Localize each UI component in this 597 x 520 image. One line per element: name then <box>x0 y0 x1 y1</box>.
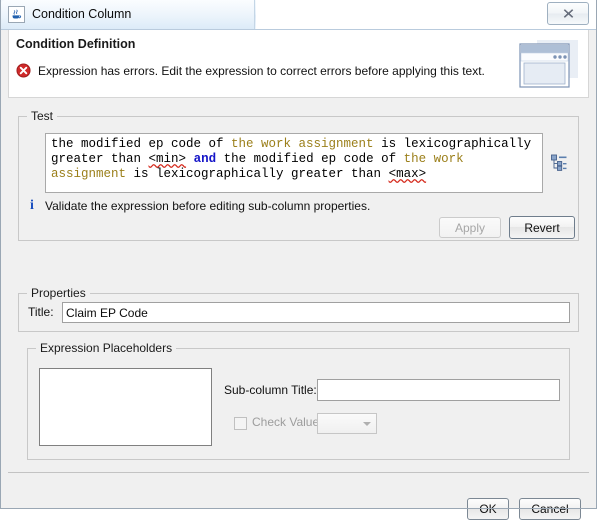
apply-button[interactable]: Apply <box>439 217 501 238</box>
check-value-checkbox[interactable] <box>234 417 247 430</box>
placeholder-list[interactable] <box>39 368 212 446</box>
title-input[interactable]: Claim EP Code <box>62 302 570 323</box>
expression-token-plain: the modified ep code of <box>216 152 404 166</box>
expression-placeholders-group: Expression Placeholders Sub-column Title… <box>27 341 570 460</box>
dialog-content: Condition Definition Expression has erro… <box>0 30 597 520</box>
expression-textarea[interactable]: the modified ep code of the work assignm… <box>45 133 543 193</box>
ok-button[interactable]: OK <box>467 498 509 520</box>
validate-hint-row: i Validate the expression before editing… <box>27 198 371 213</box>
test-group: Test the modified ep code of the work as… <box>18 109 579 241</box>
window-title: Condition Column <box>32 7 132 21</box>
expression-token-plain: the modified ep code of <box>51 137 232 151</box>
error-circle-icon <box>16 63 31 78</box>
subcolumn-title-input[interactable] <box>317 379 560 401</box>
expression-token-error: <min> <box>148 152 187 166</box>
validate-hint-text: Validate the expression before editing s… <box>45 199 371 213</box>
close-icon <box>563 9 573 18</box>
expression-tree-icon[interactable] <box>550 153 568 171</box>
title-label: Title: <box>28 305 54 319</box>
header-banner: Condition Definition Expression has erro… <box>8 30 589 98</box>
expression-token-error: <max> <box>388 167 427 181</box>
chevron-down-icon <box>363 422 371 426</box>
title-bar: Condition Column <box>0 0 597 30</box>
check-value-label: Check Value <box>252 415 320 429</box>
revert-button[interactable]: Revert <box>509 216 575 239</box>
subcolumn-title-label: Sub-column Title: <box>224 383 317 397</box>
condition-column-dialog: Condition Column Condition Definition Ex… <box>0 0 597 520</box>
java-coffee-cup-icon <box>8 6 25 23</box>
dialog-window-icon <box>517 37 579 91</box>
cancel-button[interactable]: Cancel <box>519 498 581 520</box>
properties-group: Properties Title: Claim EP Code <box>18 286 579 332</box>
properties-group-legend: Properties <box>27 286 90 300</box>
footer-separator <box>8 472 589 473</box>
header-message-row: Expression has errors. Edit the expressi… <box>16 63 485 78</box>
test-group-legend: Test <box>27 109 58 123</box>
expression-token-keyword: and <box>193 152 217 166</box>
placeholders-group-legend: Expression Placeholders <box>36 341 177 355</box>
title-bar-filler <box>256 0 597 29</box>
header-message-text: Expression has errors. Edit the expressi… <box>38 63 485 78</box>
expression-token-entity: the work assignment <box>231 137 374 151</box>
info-icon: i <box>30 198 34 213</box>
expression-token-plain: is lexicographically greater than <box>126 167 389 181</box>
expression-token-plain <box>186 152 194 166</box>
close-button[interactable] <box>547 2 589 25</box>
header-title: Condition Definition <box>16 37 136 51</box>
check-value-dropdown[interactable] <box>317 413 377 434</box>
